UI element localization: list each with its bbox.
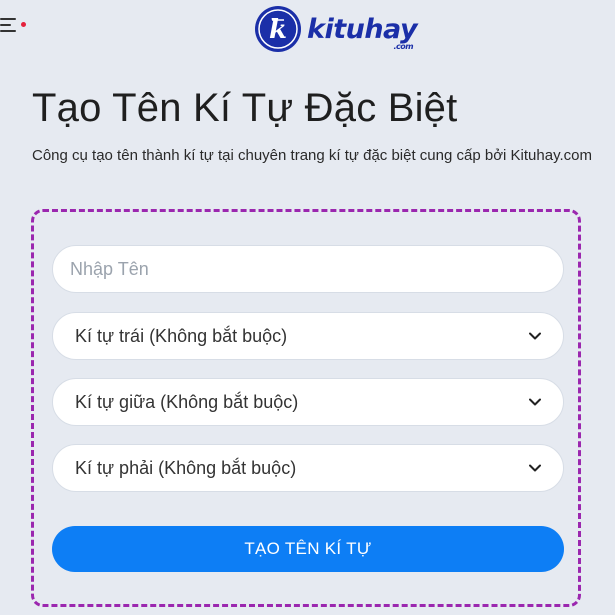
logo-text: kituhay: [307, 13, 418, 45]
notification-dot: [21, 22, 26, 27]
name-input[interactable]: Nhập Tên: [52, 245, 564, 293]
site-logo[interactable]: k kituhay .com: [253, 4, 418, 54]
menu-button[interactable]: [0, 14, 26, 36]
chevron-down-icon: [529, 332, 541, 340]
left-char-select-value: Kí tự trái (Không bắt buộc): [75, 325, 288, 346]
menu-icon: [0, 18, 16, 20]
form-container: Nhập Tên Kí tự trái (Không bắt buộc) Kí …: [31, 209, 581, 607]
chevron-down-icon: [529, 398, 541, 406]
middle-char-select-value: Kí tự giữa (Không bắt buộc): [75, 391, 299, 412]
right-char-select-value: Kí tự phải (Không bắt buộc): [75, 457, 297, 478]
right-char-select[interactable]: Kí tự phải (Không bắt buộc): [52, 444, 564, 492]
logo-subtext: .com: [393, 41, 414, 51]
middle-char-select[interactable]: Kí tự giữa (Không bắt buộc): [52, 378, 564, 426]
name-input-placeholder: Nhập Tên: [70, 258, 149, 279]
create-name-button[interactable]: TẠO TÊN KÍ TỰ: [52, 526, 564, 572]
chevron-down-icon: [529, 464, 541, 472]
page-description: Công cụ tạo tên thành kí tự tại chuyên t…: [32, 147, 592, 164]
left-char-select[interactable]: Kí tự trái (Không bắt buộc): [52, 312, 564, 360]
page-title: Tạo Tên Kí Tự Đặc Biệt: [32, 86, 458, 130]
logo-mark-icon: k: [255, 6, 301, 52]
